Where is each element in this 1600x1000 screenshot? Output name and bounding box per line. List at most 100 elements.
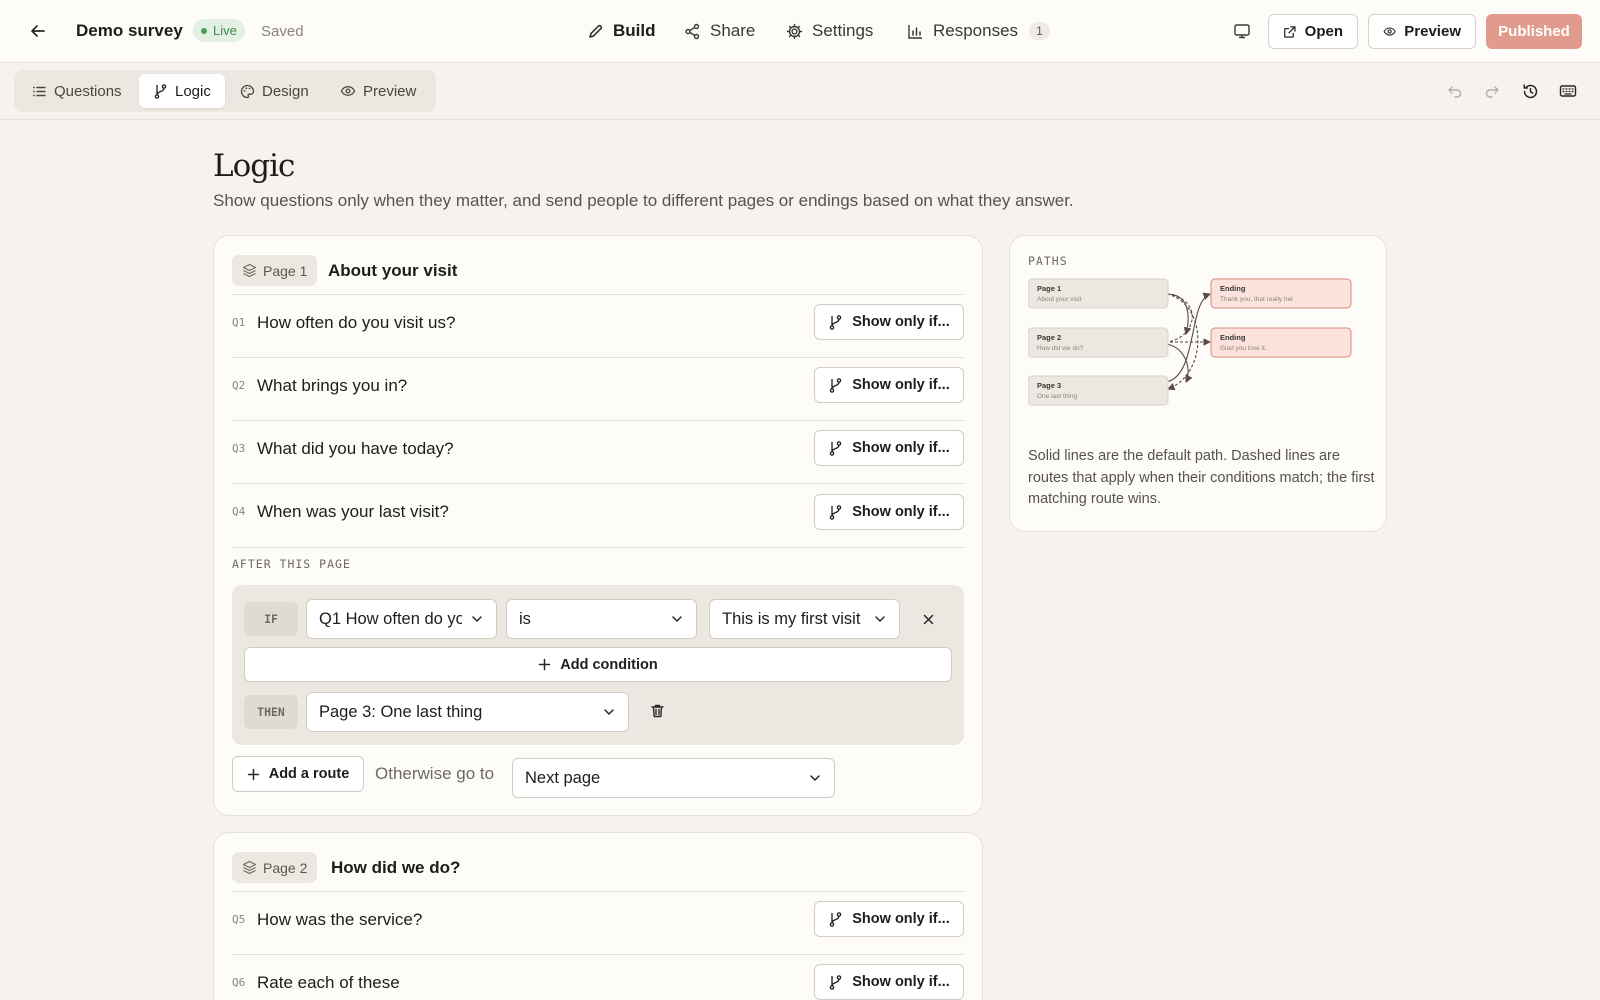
live-label: Live: [213, 23, 237, 38]
add-route-button[interactable]: Add a route: [232, 756, 364, 792]
undo-icon[interactable]: [1444, 80, 1466, 102]
question-text: When was your last visit?: [257, 502, 449, 521]
divider: [232, 294, 964, 295]
layers-icon: [242, 860, 257, 875]
diagram-edges: [1166, 292, 1212, 391]
node-sub: One last thing: [1037, 393, 1077, 400]
sub-toolbar: Questions Logic Design Preview: [0, 63, 1600, 120]
question-text: What brings you in?: [257, 376, 408, 395]
open-button[interactable]: Open: [1268, 14, 1358, 49]
divider: [232, 954, 964, 955]
if-keyword: IF: [244, 602, 298, 636]
branch-icon: [830, 440, 842, 456]
otherwise-value: Next page: [525, 768, 601, 787]
diagram-node-ending-2: Ending Glad you love it.: [1210, 327, 1352, 358]
question-number: Q1: [232, 316, 246, 329]
diagram-node-page-2: Page 2 How did we do?: [1028, 327, 1169, 358]
list-icon: [33, 86, 46, 96]
show-only-if-button[interactable]: Show only if...: [814, 901, 964, 937]
condition-question-select[interactable]: Q1 How often do you visit us?: [306, 599, 497, 639]
branch-icon: [830, 314, 842, 330]
chevron-down-icon: [672, 616, 682, 622]
tab-preview[interactable]: Preview: [326, 74, 430, 108]
route-rule: IF Q1 How often do you visit us? is This…: [232, 585, 964, 745]
node-sub: How did we do?: [1037, 345, 1084, 352]
page-title: Logic: [213, 148, 295, 184]
show-only-if-label: Show only if...: [852, 974, 950, 990]
nav-share[interactable]: Share: [684, 18, 755, 44]
node-sub: About your visit: [1037, 296, 1082, 303]
nav-share-label: Share: [710, 21, 756, 40]
paths-note: Solid lines are the default path. Dashed…: [1028, 448, 1375, 507]
top-bar: Demo survey Live Saved Build Share Setti…: [0, 0, 1600, 63]
tab-design[interactable]: Design: [226, 74, 323, 108]
question-text: How was the service?: [257, 910, 423, 929]
published-button[interactable]: Published: [1486, 14, 1582, 49]
node-sub: Glad you love it.: [1220, 345, 1267, 352]
diagram-node-page-1: Page 1 About your visit: [1028, 278, 1169, 309]
redo-icon[interactable]: [1481, 80, 1503, 102]
route-target-value: Page 3: One last thing: [319, 702, 483, 721]
route-target-select[interactable]: Page 3: One last thing: [306, 692, 629, 732]
gear-icon: [786, 23, 803, 39]
condition-question-value: Q1 How often do you visit us?: [319, 609, 462, 628]
external-link-icon: [1284, 25, 1296, 38]
show-only-if-button[interactable]: Show only if...: [814, 964, 964, 1000]
tab-questions[interactable]: Questions: [18, 74, 136, 108]
question-text: What did you have today?: [257, 439, 454, 458]
show-only-if-label: Show only if...: [852, 314, 950, 330]
condition-value-select[interactable]: This is my first visit: [709, 599, 900, 639]
divider: [232, 420, 964, 421]
show-only-if-button[interactable]: Show only if...: [814, 430, 964, 466]
branch-icon: [830, 911, 842, 927]
back-arrow-icon[interactable]: [26, 19, 50, 43]
show-only-if-label: Show only if...: [852, 377, 950, 393]
divider: [232, 483, 964, 484]
question-number: Q5: [232, 913, 246, 926]
question-number: Q6: [232, 976, 246, 989]
branch-icon: [830, 974, 842, 990]
chevron-down-icon: [472, 616, 482, 622]
show-only-if-label: Show only if...: [852, 440, 950, 456]
monitor-icon[interactable]: [1230, 19, 1254, 43]
show-only-if-button[interactable]: Show only if...: [814, 367, 964, 403]
preview-button[interactable]: Preview: [1368, 14, 1476, 49]
diagram-node-ending-1: Ending Thank you, that really hel: [1210, 278, 1352, 309]
nav-settings[interactable]: Settings: [786, 18, 873, 44]
chevron-down-icon: [810, 775, 820, 781]
eye-icon: [340, 86, 356, 96]
question-number: Q3: [232, 442, 246, 455]
nav-responses-label: Responses: [933, 21, 1019, 40]
branch-icon: [830, 504, 842, 520]
nav-build[interactable]: Build: [587, 18, 656, 44]
tab-logic-label: Logic: [175, 82, 211, 100]
condition-operator-select[interactable]: is: [506, 599, 697, 639]
add-condition-button[interactable]: Add condition: [244, 647, 952, 682]
branch-icon: [154, 83, 167, 99]
diagram-node-page-3: Page 3 One last thing: [1028, 375, 1169, 406]
share-icon: [685, 23, 700, 39]
then-keyword: THEN: [244, 695, 298, 729]
nav-responses[interactable]: Responses 1: [907, 18, 1050, 44]
preview-label: Preview: [1404, 23, 1461, 40]
layers-icon: [242, 263, 257, 278]
show-only-if-button[interactable]: Show only if...: [814, 494, 964, 530]
history-icon[interactable]: [1519, 80, 1541, 102]
open-label: Open: [1304, 23, 1343, 40]
tab-logic[interactable]: Logic: [139, 74, 225, 108]
tab-preview-label: Preview: [363, 82, 417, 100]
add-route-label: Add a route: [268, 766, 350, 782]
remove-condition-icon[interactable]: [917, 608, 939, 630]
trash-icon[interactable]: [646, 700, 668, 722]
show-only-if-button[interactable]: Show only if...: [814, 304, 964, 340]
question-number: Q2: [232, 379, 246, 392]
node-title: Page 2: [1037, 333, 1061, 342]
question-number: Q4: [232, 505, 246, 518]
page-2-title: How did we do?: [331, 858, 461, 877]
keyboard-icon[interactable]: [1557, 80, 1579, 102]
tab-questions-label: Questions: [54, 82, 122, 100]
condition-operator-value: is: [519, 609, 531, 628]
chevron-down-icon: [875, 616, 885, 622]
survey-title[interactable]: Demo survey: [76, 21, 183, 41]
otherwise-select[interactable]: Next page: [512, 758, 835, 798]
